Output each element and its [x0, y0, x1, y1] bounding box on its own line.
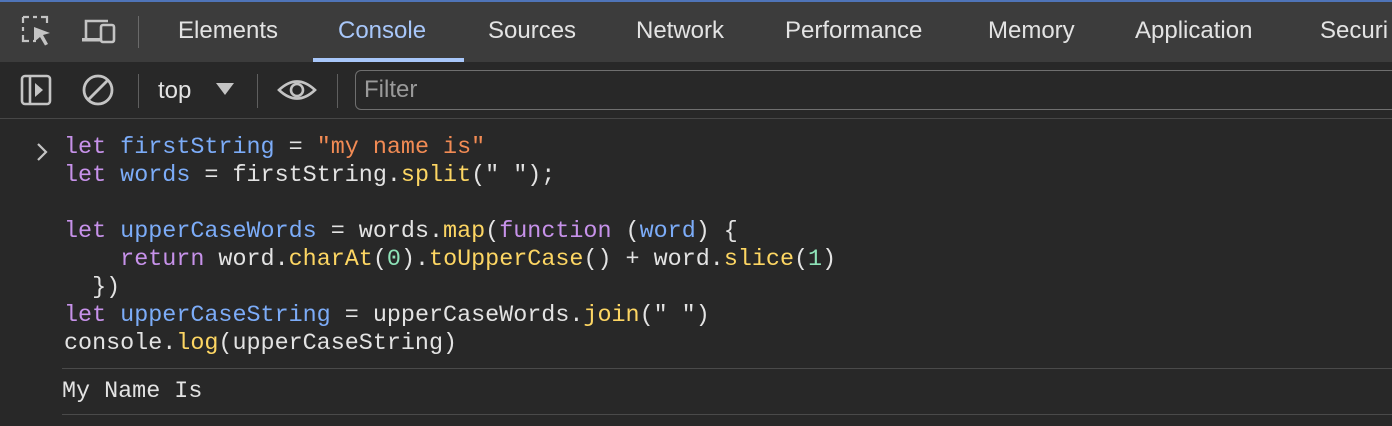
code-token: let [64, 163, 107, 189]
tab-network[interactable]: Network [636, 2, 724, 62]
code-token: 1 [808, 247, 823, 273]
code-line: let words = firstString.split(" "); [64, 162, 836, 190]
filter-input[interactable] [356, 71, 1392, 109]
code-token: = words. [316, 219, 444, 245]
code-token: toUpperCase [429, 247, 584, 273]
chevron-right-icon [34, 141, 52, 163]
filter-box [355, 70, 1392, 110]
eye-icon[interactable] [276, 72, 318, 108]
code-token: = [274, 135, 317, 161]
code-token: (upperCaseString) [218, 331, 458, 357]
tab-console[interactable]: Console [338, 2, 426, 62]
tab-security[interactable]: Securi [1320, 2, 1388, 62]
code-token: split [400, 163, 472, 189]
context-selector[interactable]: top [158, 74, 191, 108]
code-token: function [499, 219, 612, 245]
device-toolbar-icon[interactable] [80, 14, 116, 48]
tab-elements[interactable]: Elements [178, 2, 278, 62]
code-token: ) { [695, 219, 738, 245]
inspect-element-icon[interactable] [20, 14, 54, 48]
tab-application[interactable]: Application [1135, 2, 1252, 62]
code-token: let [64, 135, 107, 161]
console-output: My Name Is [62, 379, 203, 405]
message-divider [62, 368, 1392, 369]
message-divider [62, 414, 1392, 415]
code-token: 0 [386, 247, 401, 273]
clear-console-icon[interactable] [80, 72, 116, 108]
code-token: word [639, 219, 696, 245]
code-line: let upperCaseWords = words.map(function … [64, 218, 836, 246]
code-line: }) [64, 274, 836, 302]
code-token: let [64, 219, 107, 245]
code-token: }) [64, 275, 121, 301]
tab-separator [138, 16, 139, 48]
code-token: map [443, 219, 486, 245]
code-token: ) [822, 247, 837, 273]
code-token: ( [794, 247, 809, 273]
console-toolbar: top [0, 62, 1392, 119]
tab-sources[interactable]: Sources [488, 2, 576, 62]
code-token: ( [372, 247, 387, 273]
code-token: log [176, 331, 219, 357]
code-line: console.log(upperCaseString) [64, 330, 836, 358]
console-input-code: let firstString = "my name is" let words … [64, 134, 836, 358]
sidebar-toggle-icon[interactable] [18, 72, 54, 108]
code-token: slice [723, 247, 794, 273]
code-token: = firstString. [190, 163, 401, 189]
toolbar-separator [337, 74, 338, 108]
code-token: console. [64, 331, 177, 357]
code-token: join [583, 303, 640, 329]
toolbar-separator [257, 74, 258, 108]
code-line: let upperCaseString = upperCaseWords.joi… [64, 302, 836, 330]
code-token: upperCaseString [120, 303, 331, 329]
code-token: (" ") [639, 303, 710, 329]
code-token: ). [400, 247, 430, 273]
code-token: charAt [288, 247, 373, 273]
code-token: = upperCaseWords. [330, 303, 584, 329]
code-token: word. [204, 247, 289, 273]
code-line: return word.charAt(0).toUpperCase() + wo… [64, 246, 836, 274]
code-token: upperCaseWords [120, 219, 317, 245]
toolbar-separator [138, 74, 139, 108]
code-token: let [64, 303, 107, 329]
code-token: () + word. [583, 247, 724, 273]
code-token: firstString [120, 135, 275, 161]
code-token: words [120, 163, 191, 189]
tab-performance[interactable]: Performance [785, 2, 922, 62]
code-token: ( [485, 219, 500, 245]
code-token: "my name is" [316, 135, 486, 161]
code-token: return [120, 247, 205, 273]
tab-memory[interactable]: Memory [988, 2, 1075, 62]
code-line: let firstString = "my name is" [64, 134, 836, 162]
devtools-tab-bar: Elements Console Sources Network Perform… [0, 0, 1392, 62]
code-token: (" "); [471, 163, 556, 189]
chevron-down-icon[interactable] [216, 83, 234, 95]
code-token: ( [611, 219, 640, 245]
